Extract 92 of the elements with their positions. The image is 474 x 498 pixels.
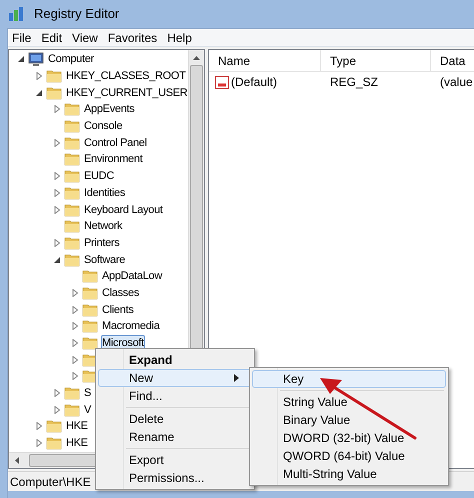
collapse-toggle-icon[interactable] xyxy=(17,55,25,64)
tree-item[interactable]: AppEvents xyxy=(83,101,136,118)
folder-icon xyxy=(64,102,80,116)
expand-toggle-icon[interactable] xyxy=(53,138,61,147)
folder-icon xyxy=(64,169,80,184)
tree-item[interactable]: Network xyxy=(83,218,124,234)
menu-bar-item[interactable]: View xyxy=(68,28,102,46)
folder-icon xyxy=(82,269,98,284)
expand-toggle-icon[interactable] xyxy=(35,439,43,448)
folder-icon xyxy=(64,152,80,166)
menu-item[interactable]: Binary Value xyxy=(252,411,446,429)
scroll-left-icon[interactable] xyxy=(15,457,19,464)
expand-toggle-icon[interactable] xyxy=(71,356,79,364)
menu-item[interactable]: QWORD (64-bit) Value xyxy=(252,447,446,465)
expand-toggle-icon[interactable] xyxy=(35,422,43,430)
tree-item[interactable]: Computer xyxy=(47,51,95,68)
menu-item[interactable]: Key xyxy=(252,370,446,388)
folder-icon xyxy=(64,219,80,234)
expand-toggle-icon[interactable] xyxy=(71,306,79,314)
folder-icon xyxy=(64,136,80,150)
computer-icon xyxy=(28,52,44,67)
tree-item[interactable]: Identities xyxy=(83,184,126,201)
menu-item[interactable]: String Value xyxy=(252,393,446,411)
tree-item[interactable]: Control Panel xyxy=(83,134,148,151)
menu-item[interactable]: Delete xyxy=(98,410,252,428)
tree-item[interactable]: EUDC xyxy=(83,168,115,184)
expand-toggle-icon[interactable] xyxy=(71,322,79,330)
submenu-arrow-icon xyxy=(234,374,239,382)
folder-icon xyxy=(46,419,62,434)
tree-item[interactable]: Keyboard Layout xyxy=(83,202,164,218)
menu-item[interactable]: Expand xyxy=(98,351,252,369)
window-title: Registry Editor xyxy=(34,5,120,24)
registry-icon xyxy=(8,6,26,22)
menu-item[interactable]: Find... xyxy=(98,387,252,405)
column-header[interactable]: Name xyxy=(209,50,321,71)
folder-icon xyxy=(64,119,80,134)
collapse-toggle-icon[interactable] xyxy=(35,88,43,97)
folder-icon xyxy=(82,286,98,300)
folder-icon xyxy=(64,186,80,200)
tree-item[interactable]: Console xyxy=(83,118,124,134)
expand-toggle-icon[interactable] xyxy=(53,389,61,398)
value-type: REG_SZ xyxy=(329,74,380,91)
expand-toggle-icon[interactable] xyxy=(53,406,61,414)
tree-item[interactable]: HKEY_CURRENT_USER xyxy=(65,84,188,101)
expand-toggle-icon[interactable] xyxy=(53,206,61,214)
column-header[interactable]: Data xyxy=(431,50,474,71)
expand-toggle-icon[interactable] xyxy=(71,339,79,348)
value-name: (Default) xyxy=(231,74,278,91)
tree-item[interactable]: HKE xyxy=(65,435,89,452)
folder-icon xyxy=(82,336,98,350)
folder-icon xyxy=(64,202,80,217)
tree-item[interactable]: Environment xyxy=(83,151,144,168)
folder-icon xyxy=(64,252,80,267)
folder-icon xyxy=(46,86,62,100)
column-header[interactable]: Type xyxy=(321,50,431,71)
folder-icon xyxy=(64,402,80,417)
menu-item[interactable]: DWORD (32-bit) Value xyxy=(252,429,446,447)
folder-icon xyxy=(46,69,62,84)
folder-icon xyxy=(46,436,62,450)
folder-icon xyxy=(64,236,80,250)
menu-bar-item[interactable]: File xyxy=(8,28,36,46)
tree-item[interactable]: HKEY_CLASSES_ROOT xyxy=(65,68,187,84)
tree-item[interactable]: Macromedia xyxy=(101,318,161,334)
menu-item[interactable]: New xyxy=(98,369,252,387)
menu-item[interactable]: Rename xyxy=(98,428,252,446)
expand-toggle-icon[interactable] xyxy=(53,238,61,247)
folder-icon xyxy=(82,319,98,334)
menu-bar-item[interactable]: Help xyxy=(163,28,196,46)
tree-item[interactable]: Software xyxy=(83,252,126,268)
expand-toggle-icon[interactable] xyxy=(35,72,43,80)
string-value-icon xyxy=(215,76,229,88)
tree-item[interactable]: AppDataLow xyxy=(101,268,163,284)
menu-bar-item[interactable]: Edit xyxy=(37,28,66,46)
expand-toggle-icon[interactable] xyxy=(71,288,79,297)
menu-bar-item[interactable]: Favorites xyxy=(104,28,162,46)
folder-icon xyxy=(64,386,80,400)
tree-item[interactable]: Clients xyxy=(101,302,135,318)
folder-icon xyxy=(82,302,98,317)
menu-item[interactable]: Export xyxy=(98,451,252,469)
collapse-toggle-icon[interactable] xyxy=(53,256,61,264)
value-data: (value xyxy=(439,74,473,91)
expand-toggle-icon[interactable] xyxy=(53,188,61,197)
expand-toggle-icon[interactable] xyxy=(53,105,61,114)
expand-toggle-icon[interactable] xyxy=(53,172,61,180)
tree-item[interactable]: Printers xyxy=(83,234,120,251)
tree-item[interactable]: S xyxy=(83,385,92,402)
tree-item[interactable]: V xyxy=(83,402,92,418)
scroll-up-icon[interactable] xyxy=(193,56,200,60)
tree-item[interactable]: HKE xyxy=(65,418,89,434)
menu-item[interactable]: Permissions... xyxy=(98,469,252,487)
expand-toggle-icon[interactable] xyxy=(71,372,79,380)
tree-item[interactable]: Classes xyxy=(101,284,140,301)
